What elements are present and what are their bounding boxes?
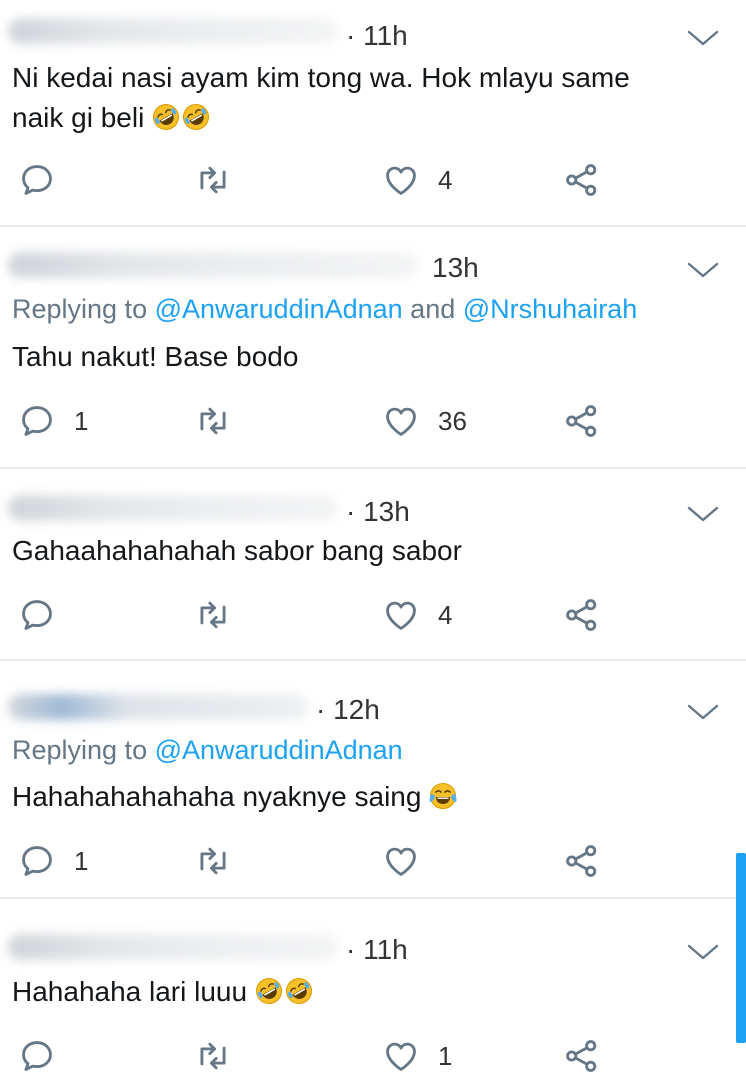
tweet-text: Gahaahahahahah sabor bang sabor — [12, 535, 462, 566]
blurred-username — [8, 495, 338, 521]
replying-to: Replying to @AnwaruddinAdnan and @Nrshuh… — [12, 294, 638, 324]
reply-icon — [18, 402, 56, 440]
share-button[interactable] — [563, 593, 601, 637]
tweet-4[interactable]: · 12h Replying to @AnwaruddinAdnan Hahah… — [0, 661, 746, 897]
tweet-text: Hahahahahahaha nyaknye saing — [12, 777, 712, 817]
tweet-time: 13h — [432, 252, 479, 283]
reply-count: 1 — [74, 405, 89, 436]
reply-icon — [18, 596, 56, 634]
reply-count: 1 — [74, 845, 89, 876]
rolling-on-floor-laughing-emoji — [152, 103, 180, 131]
retweet-button[interactable] — [194, 1034, 232, 1078]
retweet-icon — [194, 842, 232, 880]
chevron-down-icon[interactable] — [686, 504, 720, 524]
tweet-1[interactable]: · 11h Ni kedai nasi ayam kim tong wa. Ho… — [0, 0, 746, 225]
reply-button[interactable]: 1 — [18, 839, 88, 883]
share-button[interactable] — [563, 1034, 601, 1078]
like-button[interactable]: 4 — [382, 158, 452, 202]
share-icon — [563, 842, 601, 880]
blurred-username — [8, 934, 338, 960]
face-with-tears-of-joy-emoji — [429, 782, 457, 810]
tweet-time: · 11h — [346, 934, 408, 965]
blurred-username — [8, 252, 418, 278]
share-icon — [563, 402, 601, 440]
share-icon — [563, 1037, 601, 1075]
reply-button[interactable]: 1 — [18, 399, 88, 443]
retweet-button[interactable] — [194, 158, 232, 202]
tweet-actions: 4 — [0, 593, 746, 637]
tweet-time: · 13h — [346, 496, 410, 527]
like-button[interactable]: 1 — [382, 1034, 452, 1078]
reply-button[interactable] — [18, 1034, 74, 1078]
tweet-time: · 12h — [316, 694, 380, 725]
tweet-text: Ni kedai nasi ayam kim tong wa. Hok mlay… — [12, 62, 630, 133]
tweet-text: Tahu nakut! Base bodo — [12, 341, 299, 372]
chevron-down-icon[interactable] — [686, 260, 720, 280]
retweet-icon — [194, 161, 232, 199]
blurred-username — [8, 694, 308, 720]
tweet-3[interactable]: · 13h Gahaahahahahah sabor bang sabor 4 — [0, 469, 746, 659]
rolling-on-floor-laughing-emoji — [182, 103, 210, 131]
tweet-time: · 11h — [346, 20, 408, 51]
heart-icon — [382, 596, 420, 634]
tweet-text: Hahahaha lari luuu — [12, 972, 712, 1012]
like-count: 36 — [438, 405, 467, 436]
reply-button[interactable] — [18, 158, 74, 202]
tweet-2[interactable]: 13h Replying to @AnwaruddinAdnan and @Nr… — [0, 227, 746, 467]
like-count: 1 — [438, 1040, 453, 1071]
reply-icon — [18, 842, 56, 880]
replying-to: Replying to @AnwaruddinAdnan — [12, 735, 403, 765]
reply-icon — [18, 1037, 56, 1075]
tweet-actions: 1 36 — [0, 399, 746, 443]
heart-icon — [382, 161, 420, 199]
mention-link[interactable]: @Nrshuhairah — [463, 294, 638, 324]
chevron-down-icon[interactable] — [686, 942, 720, 962]
heart-icon — [382, 1037, 420, 1075]
like-count: 4 — [438, 599, 453, 630]
blurred-username — [8, 18, 338, 44]
retweet-button[interactable] — [194, 399, 232, 443]
tweet-actions: 1 — [0, 1034, 746, 1078]
heart-icon — [382, 842, 420, 880]
share-icon — [563, 161, 601, 199]
tweet-actions: 4 — [0, 158, 746, 202]
mention-link[interactable]: @AnwaruddinAdnan — [155, 294, 403, 324]
heart-icon — [382, 402, 420, 440]
chevron-down-icon[interactable] — [686, 702, 720, 722]
share-button[interactable] — [563, 158, 601, 202]
retweet-icon — [194, 1037, 232, 1075]
retweet-button[interactable] — [194, 839, 232, 883]
scrollbar[interactable] — [736, 853, 746, 1043]
share-button[interactable] — [563, 839, 601, 883]
retweet-icon — [194, 402, 232, 440]
rolling-on-floor-laughing-emoji — [285, 977, 313, 1005]
like-count: 4 — [438, 164, 453, 195]
tweet-5[interactable]: · 11h Hahahaha lari luuu 1 — [0, 899, 746, 1080]
share-icon — [563, 596, 601, 634]
mention-link[interactable]: @AnwaruddinAdnan — [155, 735, 403, 765]
like-button[interactable] — [382, 839, 438, 883]
retweet-icon — [194, 596, 232, 634]
retweet-button[interactable] — [194, 593, 232, 637]
like-button[interactable]: 4 — [382, 593, 452, 637]
like-button[interactable]: 36 — [382, 399, 467, 443]
reply-icon — [18, 161, 56, 199]
tweet-actions: 1 — [0, 839, 746, 883]
rolling-on-floor-laughing-emoji — [255, 977, 283, 1005]
reply-button[interactable] — [18, 593, 74, 637]
chevron-down-icon[interactable] — [686, 28, 720, 48]
share-button[interactable] — [563, 399, 601, 443]
